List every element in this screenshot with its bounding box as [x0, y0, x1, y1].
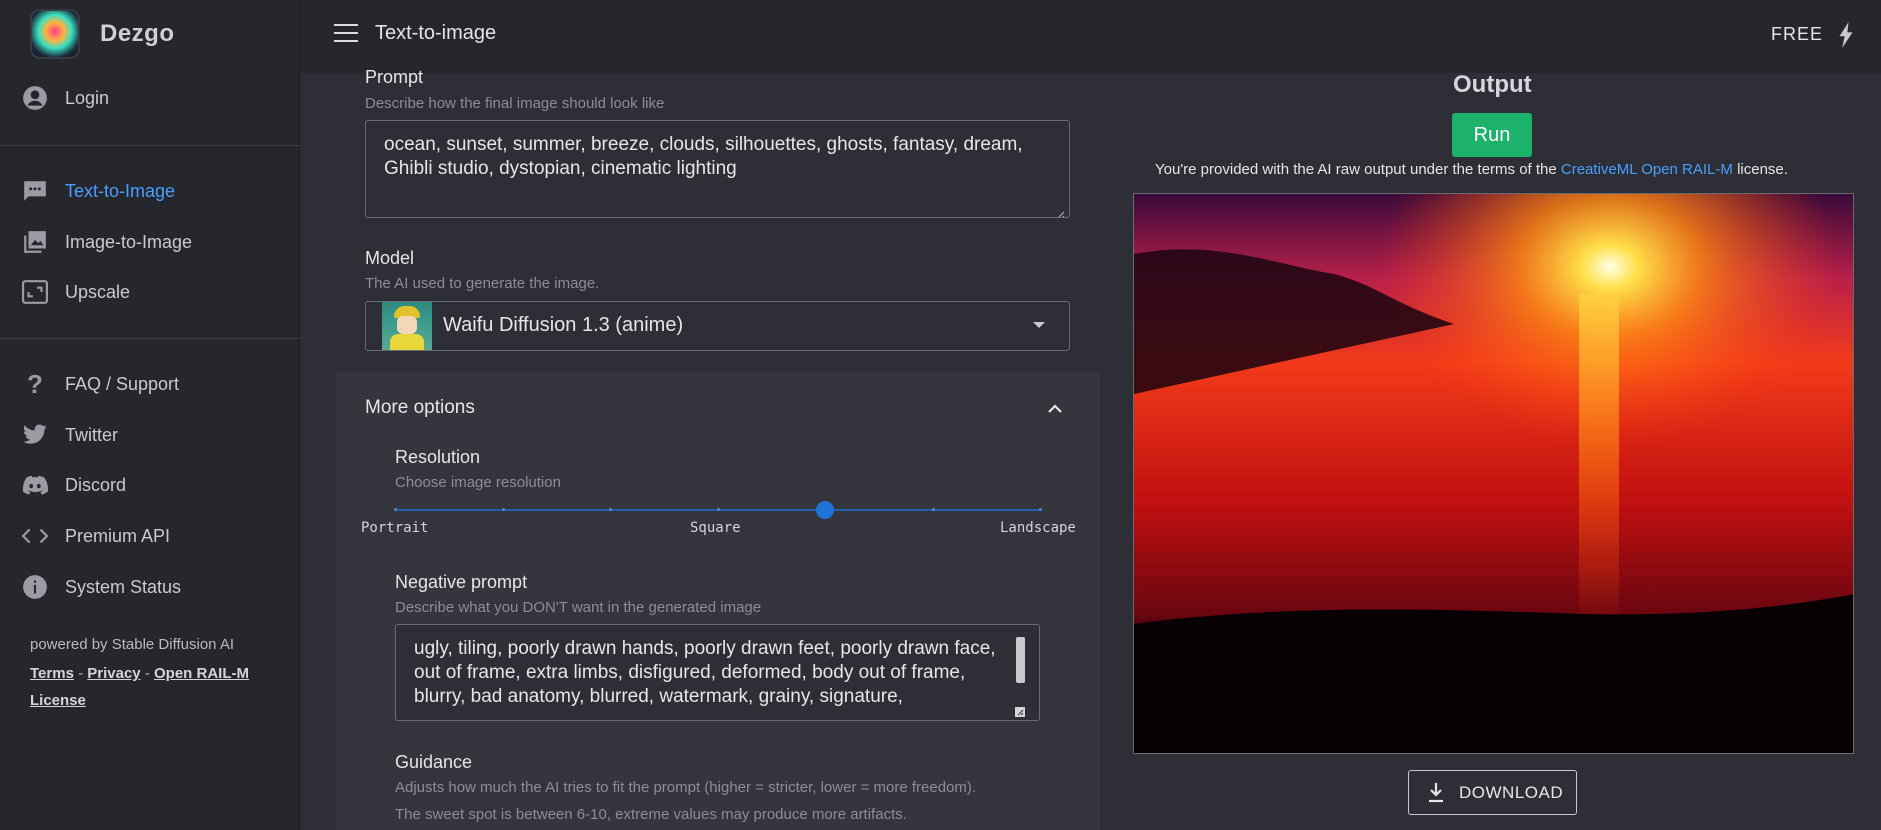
download-label: DOWNLOAD: [1459, 783, 1564, 802]
guidance-hint: Adjusts how much the AI tries to fit the…: [395, 779, 977, 796]
dezgo-logo: [30, 9, 80, 59]
slider-tick: [394, 508, 397, 511]
slider-tick: [501, 508, 505, 511]
page-title: Text-to-image: [375, 22, 497, 44]
sidebar-item-label: Premium API: [65, 525, 171, 546]
generated-image: [1133, 193, 1854, 754]
prompt-hint: Describe how the final image should look…: [365, 95, 665, 112]
creativeml-license-link[interactable]: CreativeML Open RAIL-M: [1561, 161, 1733, 178]
sidebar: Dezgo Login Text-to-Image Image-to-Image…: [0, 0, 300, 830]
output-title: Output: [1453, 71, 1532, 98]
terms-link[interactable]: Terms: [30, 665, 74, 682]
sidebar-item-label: Twitter: [65, 424, 119, 445]
info-icon: [22, 574, 48, 600]
slider-mark-landscape: Landscape: [1000, 520, 1076, 536]
sidebar-item-image-to-image[interactable]: Image-to-Image: [0, 220, 300, 264]
sidebar-item-upscale[interactable]: Upscale: [0, 270, 300, 314]
resolution-slider-thumb[interactable]: [816, 501, 834, 519]
bolt-icon[interactable]: [1837, 22, 1855, 48]
footer-links: Terms - Privacy - Open RAIL-M License: [30, 660, 260, 714]
menu-icon[interactable]: [334, 24, 358, 44]
app-name: Dezgo: [100, 20, 175, 47]
powered-by-text: powered by Stable Diffusion AI: [30, 636, 235, 653]
scrollbar-thumb[interactable]: [1016, 637, 1025, 683]
model-select[interactable]: Waifu Diffusion 1.3 (anime): [365, 301, 1070, 351]
sidebar-item-label: Image-to-Image: [65, 231, 193, 252]
resize-handle-icon[interactable]: [1015, 700, 1025, 717]
chat-bubble-icon: [22, 178, 48, 204]
sidebar-item-label: Discord: [65, 474, 127, 495]
sidebar-item-premium-api[interactable]: Premium API: [0, 514, 300, 558]
sidebar-item-label: Text-to-Image: [65, 180, 176, 201]
more-options-title[interactable]: More options: [365, 397, 475, 419]
divider: [0, 338, 300, 339]
sidebar-item-system-status[interactable]: System Status: [0, 565, 300, 609]
chevron-down-icon: [1033, 322, 1045, 328]
separator: -: [78, 665, 84, 682]
twitter-icon: [22, 422, 48, 448]
resize-handle-icon[interactable]: [1055, 203, 1065, 217]
download-icon: [1426, 782, 1446, 804]
prompt-input[interactable]: ocean, sunset, summer, breeze, clouds, s…: [365, 120, 1070, 218]
slider-tick: [1039, 508, 1042, 511]
sidebar-item-text-to-image[interactable]: Text-to-Image: [0, 169, 300, 213]
negative-prompt-value: ugly, tiling, poorly drawn hands, poorly…: [414, 638, 996, 707]
sidebar-item-faq[interactable]: ? FAQ / Support: [0, 362, 300, 406]
chevron-up-icon[interactable]: [1048, 401, 1062, 415]
resolution-label: Resolution: [395, 447, 481, 467]
brand[interactable]: Dezgo: [30, 9, 175, 59]
separator: -: [144, 665, 150, 682]
privacy-link[interactable]: Privacy: [87, 665, 140, 682]
prompt-value: ocean, sunset, summer, breeze, clouds, s…: [384, 134, 1023, 179]
license-note: You're provided with the AI raw output u…: [1155, 161, 1788, 178]
negative-prompt-hint: Describe what you DON'T want in the gene…: [395, 599, 762, 616]
prompt-label: Prompt: [365, 67, 424, 87]
model-label: Model: [365, 248, 415, 268]
slider-tick: [609, 508, 612, 511]
run-button[interactable]: Run: [1452, 113, 1532, 157]
code-icon: [22, 523, 48, 549]
download-button[interactable]: DOWNLOAD: [1408, 770, 1577, 815]
model-value: Waifu Diffusion 1.3 (anime): [443, 314, 684, 336]
guidance-hint-2: The sweet spot is between 6-10, extreme …: [395, 806, 907, 823]
login-link[interactable]: Login: [0, 76, 300, 120]
slider-tick: [716, 508, 720, 511]
resolution-hint: Choose image resolution: [395, 474, 561, 491]
account-icon: [22, 85, 48, 111]
slider-tick: [931, 508, 935, 511]
slider-mark-square: Square: [690, 520, 741, 536]
license-suffix: license.: [1732, 161, 1788, 178]
sidebar-item-discord[interactable]: Discord: [0, 463, 300, 507]
question-icon: ?: [27, 368, 43, 399]
top-bar: Text-to-image FREE: [300, 0, 1881, 73]
images-icon: [22, 229, 48, 255]
model-hint: The AI used to generate the image.: [365, 275, 600, 292]
discord-icon: [22, 472, 48, 498]
sidebar-item-label: Upscale: [65, 281, 131, 302]
divider: [0, 145, 300, 146]
negative-prompt-label: Negative prompt: [395, 572, 528, 592]
slider-mark-portrait: Portrait: [361, 520, 429, 536]
sidebar-item-twitter[interactable]: Twitter: [0, 413, 300, 457]
plan-label[interactable]: FREE: [1771, 24, 1823, 45]
resize-icon: [22, 279, 48, 305]
guidance-label: Guidance: [395, 752, 473, 772]
login-label: Login: [65, 87, 110, 108]
negative-prompt-input[interactable]: ugly, tiling, poorly drawn hands, poorly…: [395, 624, 1040, 721]
sidebar-item-label: System Status: [65, 576, 182, 597]
license-prefix: You're provided with the AI raw output u…: [1155, 161, 1561, 178]
sidebar-item-label: FAQ / Support: [65, 373, 180, 394]
model-thumbnail: [382, 302, 432, 350]
